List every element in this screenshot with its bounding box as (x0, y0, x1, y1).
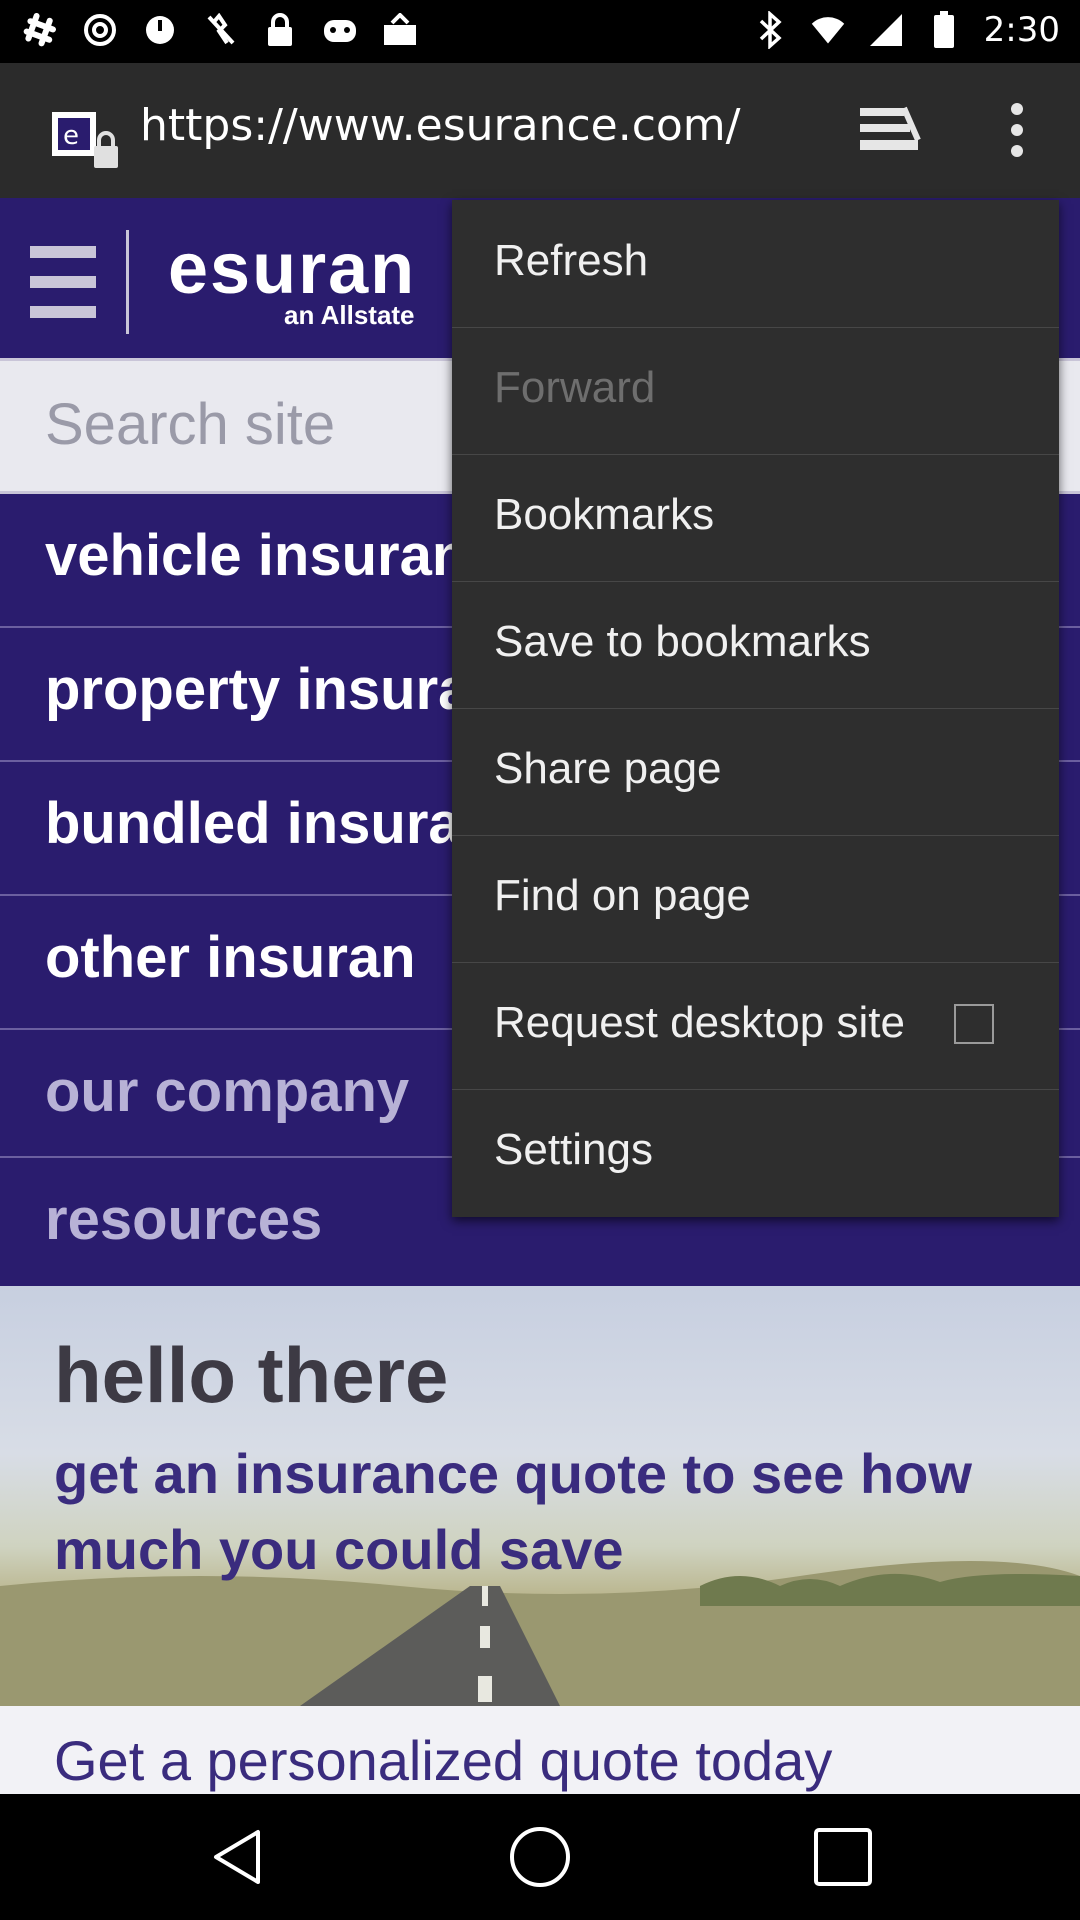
url-text[interactable]: https://www.esurance.com/ (140, 100, 741, 151)
status-time: 2:30 (983, 10, 1060, 50)
menu-item-label: Save to bookmarks (494, 617, 871, 666)
menu-item-forward: Forward (452, 327, 1059, 455)
menu-item-label: Refresh (494, 236, 649, 285)
menu-item-bookmarks[interactable]: Bookmarks (452, 454, 1059, 582)
status-bar: 2:30 (0, 0, 1080, 63)
brand-logo[interactable]: esuran (168, 228, 416, 310)
site-security-icon[interactable]: e (50, 112, 122, 176)
overflow-menu-icon[interactable] (1002, 102, 1032, 162)
menu-item-find-on-page[interactable]: Find on page (452, 835, 1059, 963)
slack-icon (22, 10, 58, 50)
wifi-icon (810, 10, 846, 50)
hero-subtitle: get an insurance quote to see how much y… (54, 1442, 972, 1581)
menu-item-share-page[interactable]: Share page (452, 708, 1059, 836)
bluetooth-icon (752, 10, 788, 50)
hero-banner[interactable]: hello there get an insurance quote to se… (0, 1286, 1080, 1706)
nav-item-label: bundled insura (45, 791, 461, 856)
lightning-off-icon (202, 10, 238, 50)
quote-cta-text: Get a personalized quote today (54, 1729, 833, 1792)
signal-icon (868, 10, 904, 50)
nav-item-label: vehicle insuran (45, 523, 468, 588)
desktop-site-checkbox[interactable] (954, 1004, 994, 1044)
nav-item-label: our company (45, 1059, 410, 1124)
home-icon[interactable] (507, 1824, 573, 1890)
game-controller-icon (322, 10, 358, 50)
brand-subtitle: an Allstate (284, 300, 415, 330)
timer-icon (142, 10, 178, 50)
menu-item-settings[interactable]: Settings (452, 1089, 1059, 1216)
menu-item-refresh[interactable]: Refresh (452, 200, 1059, 328)
reader-mode-icon[interactable] (858, 104, 922, 162)
quote-cta[interactable]: Get a personalized quote today (0, 1706, 1080, 1794)
hero-title: hello there (54, 1331, 449, 1419)
header-divider (126, 230, 129, 334)
menu-item-save-to-bookmarks[interactable]: Save to bookmarks (452, 581, 1059, 709)
at-icon (82, 10, 118, 50)
system-nav-bar (0, 1794, 1080, 1920)
svg-text:e: e (63, 121, 79, 151)
recents-icon[interactable] (810, 1824, 876, 1890)
hamburger-menu-icon[interactable] (30, 246, 96, 322)
menu-item-label: Bookmarks (494, 490, 715, 539)
lock-icon (262, 10, 298, 50)
menu-item-label: Settings (494, 1125, 653, 1174)
menu-item-label: Forward (494, 363, 656, 412)
overflow-menu: Refresh Forward Bookmarks Save to bookma… (452, 200, 1059, 1217)
back-icon[interactable] (206, 1824, 272, 1890)
menu-item-label: Request desktop site (494, 998, 905, 1047)
nav-item-label: other insuran (45, 925, 416, 990)
menu-item-label: Find on page (494, 871, 751, 920)
menu-item-request-desktop-site[interactable]: Request desktop site (452, 962, 1059, 1090)
nav-item-label: resources (45, 1187, 323, 1252)
inbox-icon (382, 10, 418, 50)
battery-icon (926, 10, 962, 50)
menu-item-label: Share page (494, 744, 722, 793)
nav-item-label: property insura (45, 657, 471, 722)
search-input[interactable]: Search site (45, 391, 335, 458)
